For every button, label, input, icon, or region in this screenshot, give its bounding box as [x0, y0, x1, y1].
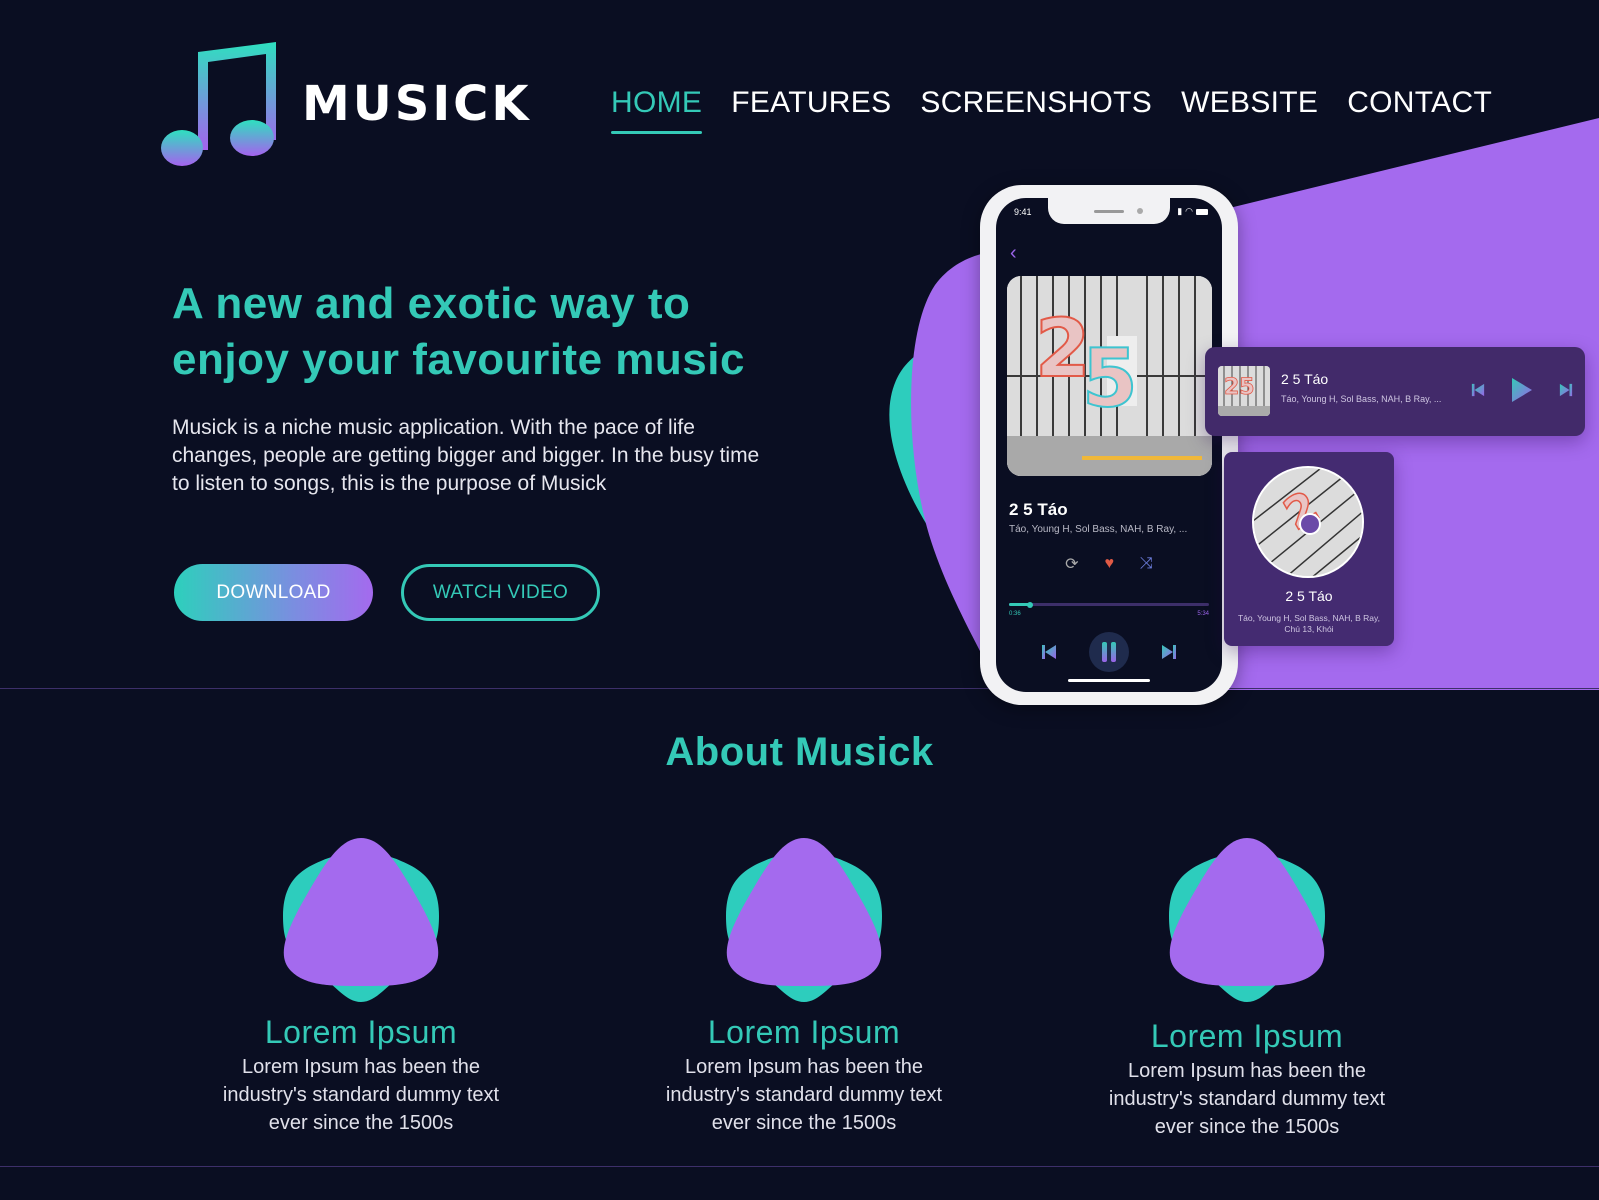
brand-name: MUSICK: [302, 76, 532, 132]
logo[interactable]: MUSICK: [160, 40, 532, 168]
mini-player-controls: [1471, 377, 1573, 403]
mini-player-card: 25 2 5 Táo Táo, Young H, Sol Bass, NAH, …: [1205, 347, 1585, 436]
shuffle-icon[interactable]: ⤨: [1140, 555, 1153, 573]
mini-song-title: 2 5 Táo: [1281, 371, 1329, 387]
signal-icon: ▮: [1177, 206, 1183, 216]
feature-card: Lorem Ipsum Lorem Ipsum has been the ind…: [1097, 836, 1397, 1141]
nav-home[interactable]: HOME: [611, 86, 703, 134]
hero-title: A new and exotic way to enjoy your favou…: [172, 279, 745, 384]
pause-button[interactable]: [1089, 632, 1129, 672]
mini-next-icon[interactable]: [1559, 383, 1573, 397]
hero-description: Musick is a niche music application. Wit…: [172, 416, 760, 495]
mini-album-thumb: 25: [1218, 366, 1270, 416]
previous-icon[interactable]: [1041, 644, 1057, 660]
disc-center: [1299, 513, 1321, 535]
feature-card: Lorem Ipsum Lorem Ipsum has been the ind…: [654, 836, 954, 1137]
nav-contact[interactable]: CONTACT: [1347, 86, 1492, 120]
phone-mockup: 9:41 ▮ ◠ ‹ 2 5 2 5 Táo Táo, Young H, Sol…: [980, 185, 1238, 705]
feature-description: Lorem Ipsum has been the industry's stan…: [665, 1056, 943, 1134]
repeat-icon[interactable]: ⟳: [1065, 554, 1078, 574]
heart-icon[interactable]: ♥: [1105, 555, 1115, 573]
about-title: About Musick: [665, 730, 934, 774]
playback-controls: [996, 632, 1222, 672]
album-art: 2 5: [1007, 276, 1212, 476]
disc-player-card: 2 2 5 Táo Táo, Young H, Sol Bass, NAH, B…: [1224, 452, 1394, 646]
vinyl-disc: 2: [1252, 466, 1364, 578]
back-chevron-icon[interactable]: ‹: [1010, 242, 1017, 265]
feature-description: Lorem Ipsum has been the industry's stan…: [222, 1056, 500, 1134]
song-artists: Táo, Young H, Sol Bass, NAH, B Ray, ...: [1009, 524, 1188, 535]
home-indicator: [1068, 679, 1150, 682]
nav-features[interactable]: FEATURES: [731, 86, 891, 120]
next-icon[interactable]: [1161, 644, 1177, 660]
feature-blob-icon: [283, 838, 439, 1002]
download-button[interactable]: DOWNLOAD: [174, 564, 373, 621]
feature-title: Lorem Ipsum: [264, 1014, 458, 1050]
svg-text:5: 5: [1082, 332, 1138, 425]
feature-blob-icon: [1169, 838, 1325, 1002]
nav-website[interactable]: WEBSITE: [1181, 86, 1318, 120]
feature-blob-icon: [726, 838, 882, 1002]
battery-icon: [1196, 208, 1208, 215]
mini-play-icon[interactable]: [1511, 377, 1533, 403]
mini-previous-icon[interactable]: [1471, 383, 1485, 397]
status-icons: ▮ ◠: [1177, 206, 1208, 217]
feature-card: Lorem Ipsum Lorem Ipsum has been the ind…: [211, 836, 511, 1137]
main-nav: HOME FEATURES SCREENSHOTS WEBSITE CONTAC…: [611, 86, 1492, 134]
phone-screen: 9:41 ▮ ◠ ‹ 2 5 2 5 Táo Táo, Young H, Sol…: [996, 198, 1222, 692]
feature-title: Lorem Ipsum: [1150, 1018, 1344, 1054]
feature-description: Lorem Ipsum has been the industry's stan…: [1108, 1060, 1386, 1138]
total-time: 5:34: [1197, 611, 1209, 617]
svg-text:25: 25: [1224, 375, 1255, 400]
hero-divider: [0, 688, 1599, 689]
music-note-icon: [161, 42, 276, 166]
footer-divider: [0, 1166, 1599, 1167]
secondary-controls: ⟳ ♥ ⤨: [996, 554, 1222, 574]
phone-notch: [1048, 198, 1170, 224]
wifi-icon: ◠: [1185, 206, 1193, 216]
watch-video-button[interactable]: WATCH VIDEO: [401, 564, 600, 621]
progress-bar[interactable]: [1009, 601, 1209, 608]
current-time: 0:36: [1009, 611, 1021, 617]
feature-title: Lorem Ipsum: [707, 1014, 901, 1050]
progress-fill: [1009, 601, 1033, 608]
disc-song-artists: Táo, Young H, Sol Bass, NAH, B Ray, Chú …: [1237, 613, 1381, 634]
nav-screenshots[interactable]: SCREENSHOTS: [920, 86, 1152, 120]
disc-song-title: 2 5 Táo: [1285, 588, 1333, 604]
song-title: 2 5 Táo: [1009, 500, 1068, 519]
mini-song-artists: Táo, Young H, Sol Bass, NAH, B Ray, ...: [1281, 394, 1442, 404]
status-time: 9:41: [1014, 207, 1032, 217]
